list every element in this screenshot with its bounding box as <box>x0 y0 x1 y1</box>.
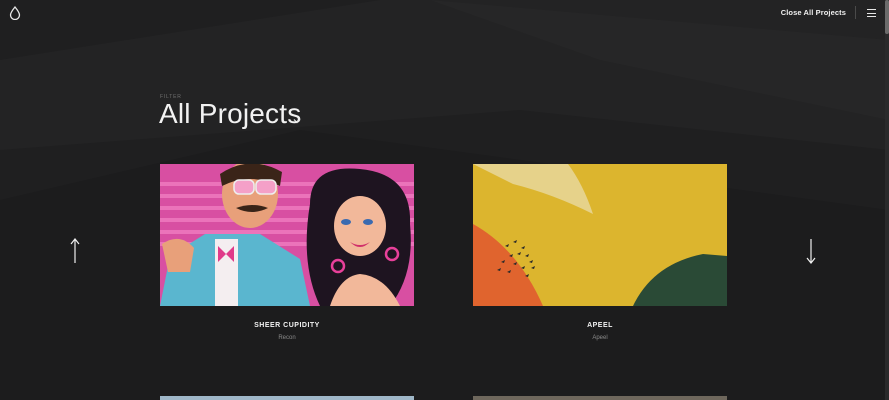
project-title[interactable]: SHEER CUPIDITY <box>160 322 414 329</box>
page-scrollbar[interactable] <box>885 0 889 400</box>
arrow-up-icon[interactable] <box>70 238 80 264</box>
scrollbar-thumb[interactable] <box>885 0 889 34</box>
project-client: Apeel <box>592 335 608 341</box>
page-title[interactable]: All Projects <box>159 98 301 130</box>
chevron-down-icon[interactable] <box>293 118 301 124</box>
arrow-down-icon[interactable] <box>806 238 816 264</box>
project-client: Recon <box>278 335 296 341</box>
header-divider <box>855 6 856 19</box>
close-all-projects-button[interactable]: Close All Projects <box>781 8 846 17</box>
drop-icon[interactable] <box>9 6 21 20</box>
project-thumbnail[interactable] <box>473 164 727 306</box>
project-card-next[interactable] <box>473 396 727 400</box>
project-title[interactable]: APEEL <box>473 322 727 329</box>
project-card-sheer-cupidity[interactable]: SHEER CUPIDITY Recon <box>160 164 414 341</box>
project-thumbnail[interactable] <box>160 164 414 306</box>
hamburger-icon[interactable] <box>867 9 876 17</box>
background-shapes <box>0 0 889 400</box>
project-card-next[interactable] <box>160 396 414 400</box>
project-card-apeel[interactable]: APEEL Apeel <box>473 164 727 341</box>
